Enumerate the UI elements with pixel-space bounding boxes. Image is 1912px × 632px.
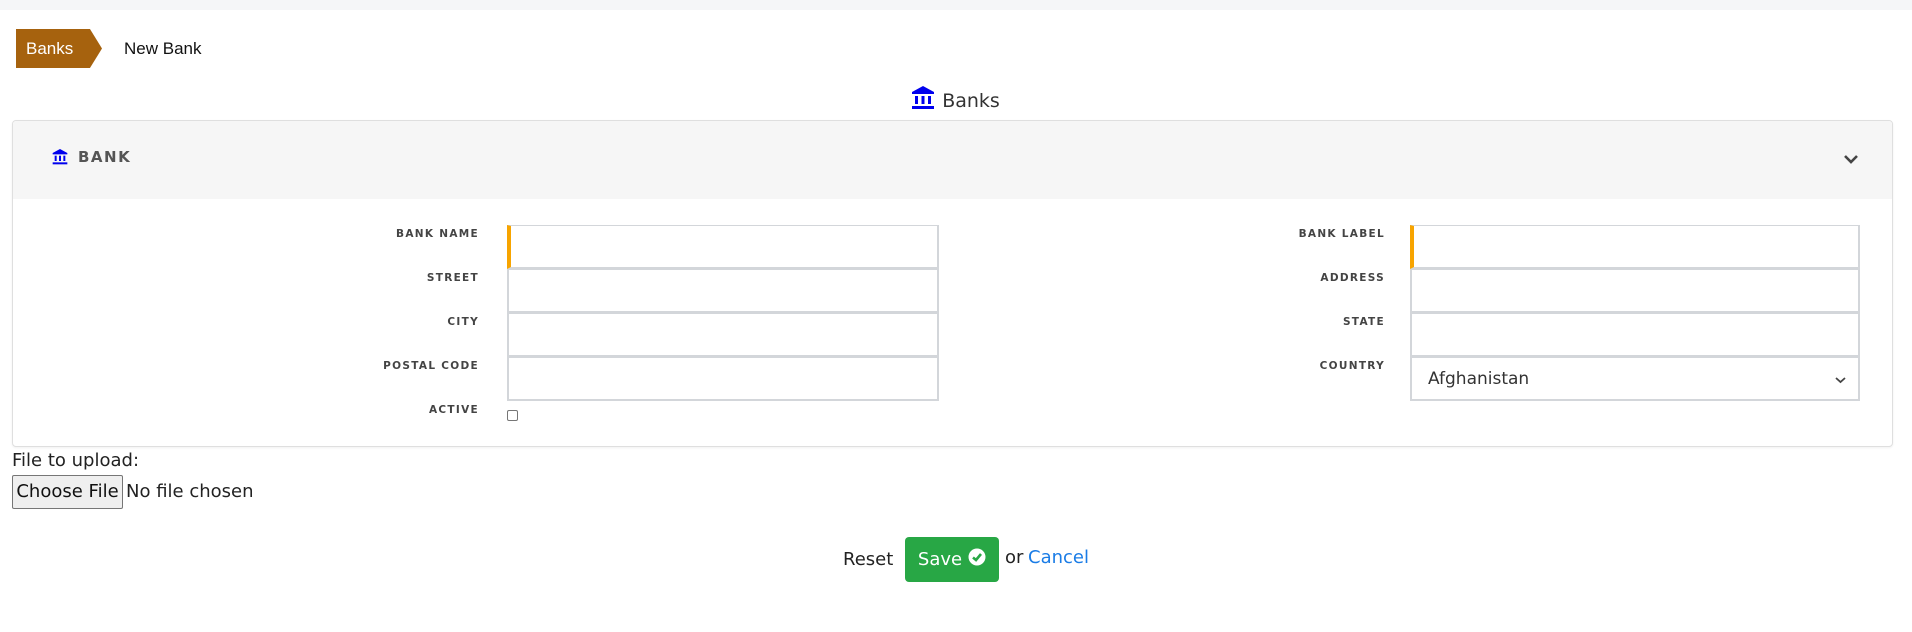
- street-input[interactable]: [507, 269, 939, 313]
- file-upload-label: File to upload:: [12, 450, 140, 471]
- bank-icon: [52, 149, 68, 170]
- state-input[interactable]: [1410, 313, 1860, 357]
- bank-name-label: BANK NAME: [396, 228, 479, 240]
- bank-label-input[interactable]: [1410, 225, 1860, 269]
- country-label: COUNTRY: [1319, 360, 1385, 372]
- bank-label-label: BANK LABEL: [1298, 228, 1385, 240]
- choose-file-button[interactable]: Choose File: [12, 475, 123, 509]
- top-bar: [0, 0, 1912, 10]
- breadcrumb-current: New Bank: [124, 39, 202, 58]
- file-status-text: No file chosen: [126, 481, 254, 502]
- city-label: CITY: [447, 316, 479, 328]
- page-title-text: Banks: [942, 90, 1000, 112]
- breadcrumb-banks-link[interactable]: Banks: [16, 29, 102, 68]
- bank-name-input[interactable]: [507, 225, 939, 269]
- country-select[interactable]: Afghanistan: [1410, 357, 1860, 401]
- bank-icon: [912, 86, 935, 115]
- reset-button[interactable]: Reset: [843, 549, 893, 570]
- cancel-link[interactable]: Cancel: [1028, 547, 1089, 568]
- street-label: STREET: [426, 272, 479, 284]
- state-label: STATE: [1342, 316, 1385, 328]
- bank-section-card: BANK BANK NAME STREET CITY POSTAL CODE A…: [12, 120, 1893, 447]
- section-title: BANK: [78, 148, 132, 166]
- active-checkbox[interactable]: [507, 410, 518, 421]
- chevron-down-icon[interactable]: [1844, 151, 1858, 169]
- active-label: ACTIVE: [429, 404, 479, 416]
- bank-section-header[interactable]: BANK: [13, 121, 1892, 199]
- city-input[interactable]: [507, 313, 939, 357]
- save-label: Save: [917, 549, 963, 570]
- save-button[interactable]: Save: [905, 537, 999, 582]
- or-text: or: [1005, 547, 1024, 568]
- address-input[interactable]: [1410, 269, 1860, 313]
- check-circle-icon: [968, 548, 986, 571]
- postal-code-input[interactable]: [507, 357, 939, 401]
- postal-code-label: POSTAL CODE: [383, 360, 479, 372]
- country-selected-value: Afghanistan: [1428, 368, 1530, 389]
- page-title: Banks: [0, 86, 1912, 115]
- address-label: ADDRESS: [1320, 272, 1385, 284]
- chevron-down-icon: [1835, 369, 1846, 389]
